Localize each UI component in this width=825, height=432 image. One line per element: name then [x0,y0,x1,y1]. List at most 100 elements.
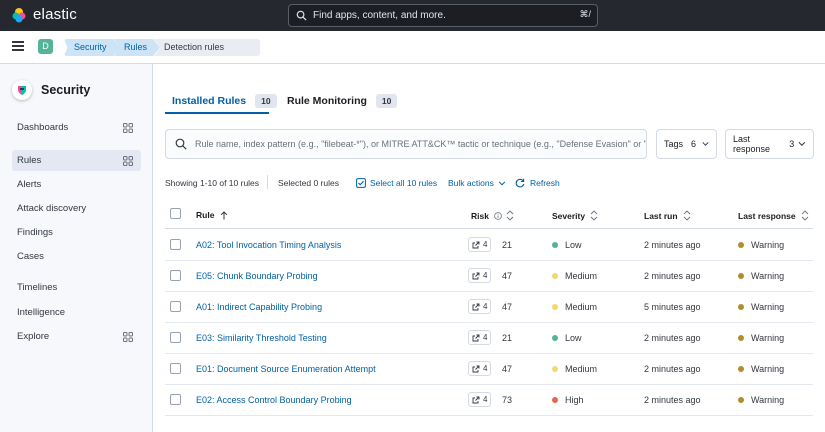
link-icon [472,396,480,403]
chevron-down-icon [702,142,709,146]
security-logo-icon [12,80,32,100]
refresh-button[interactable]: Refresh [515,176,560,190]
column-label: Risk [471,210,489,221]
sidebar-item-dashboards[interactable]: Dashboards [12,117,141,138]
severity-cell: Low [552,240,582,250]
rule-name-link[interactable]: E03: Similarity Threshold Testing [196,333,327,343]
column-header-rule[interactable]: Rule [196,210,228,220]
last-response-cell: Warning [738,395,784,405]
integration-badge[interactable]: 4 [468,330,492,345]
last-run-value: 2 minutes ago [644,364,701,374]
integration-badge[interactable]: 4 [468,268,492,283]
row-checkbox[interactable] [170,363,181,374]
sidebar-item-intelligence[interactable]: Intelligence [12,302,141,323]
apps-grid-icon[interactable] [123,123,133,133]
tags-filter-button[interactable]: Tags 6 [656,129,717,159]
last-response-cell: Warning [738,364,784,374]
apps-grid-icon[interactable] [123,156,133,166]
table-row: E05: Chunk Boundary Probing 4 47 Medium 2 mi… [165,261,813,292]
last-run-value: 5 minutes ago [644,302,701,312]
active-tab-indicator [165,112,269,114]
row-checkbox[interactable] [170,332,181,343]
risk-score: 21 [502,333,513,343]
last-response-filter-button[interactable]: Last response 3 [725,129,814,159]
integration-badge[interactable]: 4 [468,237,492,252]
row-checkbox[interactable] [170,239,181,250]
sidebar-item-alerts[interactable]: Alerts [12,174,141,195]
sidebar-item-label: Explore [17,331,50,342]
bulk-actions-label: Bulk actions [448,178,494,188]
column-header-risk[interactable]: Risk [471,210,514,221]
column-header-severity[interactable]: Severity [552,210,598,221]
link-icon [472,303,480,310]
sidebar-item-cases[interactable]: Cases [12,246,141,267]
column-label: Last response [738,210,796,221]
sidebar-item-timelines[interactable]: Timelines [12,277,141,298]
last-response-label: Warning [751,395,785,405]
breadcrumb-security[interactable]: Security [64,39,120,56]
select-all-checkbox[interactable] [170,208,181,219]
last-response-label: Warning [751,333,785,343]
table-row: E03: Similarity Threshold Testing 4 21 Low 2… [165,323,813,354]
sidebar-item-label: Dashboards [17,122,69,133]
sidebar: Security Dashboards Rules Alerts Attack … [0,64,153,432]
integration-badge[interactable]: 4 [468,299,492,314]
severity-dot [552,397,558,403]
main-content: Installed Rules 10 Rule Monitoring 10 Ru… [153,64,825,432]
column-label: Severity [552,210,586,221]
sidebar-item-attack-discovery[interactable]: Attack discovery [12,198,141,219]
sidebar-item-label: Timelines [17,282,58,293]
last-run-value: 2 minutes ago [644,240,701,250]
select-all-button[interactable]: Select all 10 rules [356,176,437,190]
breadcrumb-rules[interactable]: Rules [114,39,160,56]
row-checkbox[interactable] [170,394,181,405]
risk-score: 47 [502,364,513,374]
refresh-icon [515,178,525,188]
column-label: Last run [644,210,678,221]
tab-rule-monitoring[interactable]: Rule Monitoring 10 [287,90,398,112]
sidebar-item-rules[interactable]: Rules [12,150,141,171]
sort-icon [683,210,690,221]
sort-icon [506,210,514,221]
row-checkbox[interactable] [170,270,181,281]
severity-cell: Medium [552,271,597,281]
integration-badge[interactable]: 4 [468,392,492,407]
rule-search-input[interactable]: Rule name, index pattern (e.g., "filebea… [165,129,647,159]
rule-name-link[interactable]: E01: Document Source Enumeration Attempt [196,364,376,374]
tab-installed-rules[interactable]: Installed Rules 10 [172,90,277,112]
rule-name-link[interactable]: A02: Tool Invocation Timing Analysis [196,240,341,250]
row-checkbox[interactable] [170,301,181,312]
bulk-actions-button[interactable]: Bulk actions [448,176,506,190]
column-header-last-run[interactable]: Last run [644,210,691,221]
global-search-input[interactable]: Find apps, content, and more. ⌘/ [288,4,598,27]
rule-name-link[interactable]: E05: Chunk Boundary Probing [196,271,318,281]
risk-score: 21 [502,240,513,250]
table-header: Rule Risk Severity Last run Last respons… [165,203,813,229]
menu-icon[interactable] [12,41,24,51]
severity-dot [552,242,558,248]
column-header-last-response[interactable]: Last response [738,210,809,221]
selected-text: Selected 0 rules [278,178,339,188]
rule-name-link[interactable]: A01: Indirect Capability Probing [196,302,322,312]
refresh-label: Refresh [530,178,560,188]
sidebar-item-label: Findings [17,227,53,238]
sidebar-item-label: Attack discovery [17,203,87,214]
sort-icon [590,210,598,221]
tab-label: Rule Monitoring [287,95,367,107]
integration-badge[interactable]: 4 [468,361,492,376]
chevron-down-icon [498,180,506,185]
severity-cell: Medium [552,302,597,312]
sidebar-item-findings[interactable]: Findings [12,222,141,243]
column-label: Rule [196,210,215,220]
space-avatar[interactable]: D [38,39,53,54]
elastic-logo[interactable]: elastic [11,6,77,23]
chevron-down-icon [798,141,806,147]
risk-score: 47 [502,271,513,281]
rule-name-link[interactable]: E02: Access Control Boundary Probing [196,395,352,405]
severity-label: Low [565,240,582,250]
apps-grid-icon[interactable] [123,332,133,342]
last-run-value: 2 minutes ago [644,395,701,405]
sidebar-item-explore[interactable]: Explore [12,326,141,347]
severity-label: Medium [565,364,598,374]
tab-label: Installed Rules [172,95,247,107]
